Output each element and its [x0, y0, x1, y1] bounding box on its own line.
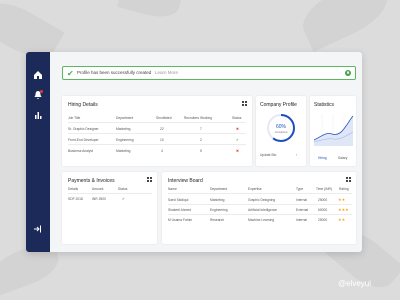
- grid-icon[interactable]: [147, 177, 152, 182]
- divider: [68, 144, 246, 145]
- candidate-name: Saed Siddiqui: [168, 198, 189, 202]
- column-header: Shortlisted: [156, 116, 172, 120]
- hiring-details-card: Hiring Details Job Title Department Shor…: [62, 96, 252, 166]
- column-header: Type: [296, 187, 304, 191]
- stats-icon[interactable]: [33, 110, 43, 120]
- time: 25000: [318, 198, 328, 202]
- home-icon[interactable]: [33, 70, 43, 80]
- divider: [168, 193, 352, 194]
- expertise: Artificial Intelligence: [248, 208, 278, 212]
- department: Engineering: [116, 138, 134, 142]
- app-window: ✔ Profile has been successfully created …: [26, 52, 362, 252]
- time: 25000: [318, 218, 328, 222]
- divider: [168, 204, 352, 205]
- check-icon: ✔: [67, 69, 74, 78]
- column-header: Rating: [339, 187, 349, 191]
- profile-percent: 60%: [276, 124, 287, 130]
- notification-dot: [40, 90, 43, 93]
- divider: [68, 133, 246, 134]
- column-header: Amount: [92, 187, 104, 191]
- recruiters: 7: [200, 127, 202, 131]
- column-header: Department: [210, 187, 228, 191]
- bell-icon[interactable]: [33, 90, 43, 100]
- shortlisted: 4: [161, 149, 163, 153]
- column-header: Job Title: [68, 116, 81, 120]
- recruiters: 2: [200, 138, 202, 142]
- job-title: Sr. Graphic Designer: [68, 127, 99, 131]
- status-icon: ✔: [236, 138, 239, 142]
- column-header: Status: [118, 187, 128, 191]
- department: Marketing: [116, 127, 131, 131]
- background-leaf: [117, 0, 183, 23]
- status-icon: ✖: [236, 149, 239, 153]
- legend-salary: Salary: [338, 156, 348, 160]
- type: Internal: [296, 198, 307, 202]
- interview-board-card: Interview Board Name Department Expertis…: [162, 172, 356, 244]
- column-header: Details: [68, 187, 79, 191]
- column-header: Name: [168, 187, 177, 191]
- divider: [68, 193, 152, 194]
- department: Marketing: [210, 198, 225, 202]
- logout-icon[interactable]: [33, 224, 43, 234]
- card-title: Statistics: [314, 102, 335, 108]
- status-icon: ✔: [122, 197, 125, 201]
- column-header: Time (INR): [316, 187, 332, 191]
- rating-stars: ★★★: [338, 207, 349, 212]
- candidate-name: Shakeel Ahmed: [168, 208, 192, 212]
- progress-donut: 60% Completed: [267, 114, 295, 142]
- statistics-card: Statistics Hiring Salary: [310, 96, 356, 166]
- type: External: [296, 208, 309, 212]
- expertise: Machine Learning: [248, 218, 275, 222]
- candidate-name: M Usama Fahim: [168, 218, 193, 222]
- rating-stars: ★★: [338, 197, 346, 202]
- card-title: Payments & Invoices: [68, 178, 115, 184]
- invoice-amount: INR 2500: [92, 197, 106, 201]
- job-title: Business Analyst: [68, 149, 93, 153]
- learn-more-link[interactable]: Learn More: [155, 67, 178, 79]
- watermark: @elveyui: [338, 279, 372, 288]
- update-bio-link[interactable]: Update Bio: [260, 153, 276, 157]
- department: Engineering: [210, 208, 228, 212]
- background-leaf: [294, 0, 396, 52]
- shortlisted: 22: [160, 127, 164, 131]
- divider: [168, 214, 352, 215]
- card-title: Hiring Details: [68, 102, 98, 108]
- statistics-chart: [313, 114, 354, 146]
- invoice-details: SDF 2018: [68, 197, 83, 201]
- department: Research: [210, 218, 225, 222]
- legend-hiring: Hiring: [318, 156, 327, 160]
- column-header: Status: [232, 116, 242, 120]
- payments-card: Payments & Invoices Details Amount Statu…: [62, 172, 157, 244]
- shortlisted: 10: [160, 138, 164, 142]
- divider: [68, 122, 246, 123]
- card-title: Interview Board: [168, 178, 203, 184]
- type: Internal: [296, 218, 307, 222]
- column-header: Expertise: [248, 187, 262, 191]
- toast-message: Profile has been successfully created: [77, 70, 152, 75]
- card-title: Company Profile: [260, 102, 297, 108]
- close-icon[interactable]: ✖: [345, 70, 351, 76]
- expertise: Graphic Designing: [248, 198, 276, 202]
- profile-sub: Completed: [275, 130, 288, 134]
- time: 60000: [318, 208, 328, 212]
- department: Marketing: [116, 149, 131, 153]
- recruiters: 5: [200, 149, 202, 153]
- chevron-right-icon[interactable]: ›: [296, 153, 297, 157]
- job-title: Front-End Developer: [68, 138, 99, 142]
- grid-icon[interactable]: [242, 101, 247, 106]
- rating-stars: ★★: [338, 217, 346, 222]
- grid-icon[interactable]: [346, 177, 351, 182]
- status-icon: ✖: [236, 127, 239, 131]
- success-toast: ✔ Profile has been successfully created …: [62, 66, 356, 80]
- column-header: Recruiters Working: [184, 116, 212, 120]
- column-header: Department: [116, 116, 134, 120]
- sidebar: [26, 52, 50, 252]
- company-profile-card: Company Profile 60% Completed Update Bio…: [256, 96, 306, 166]
